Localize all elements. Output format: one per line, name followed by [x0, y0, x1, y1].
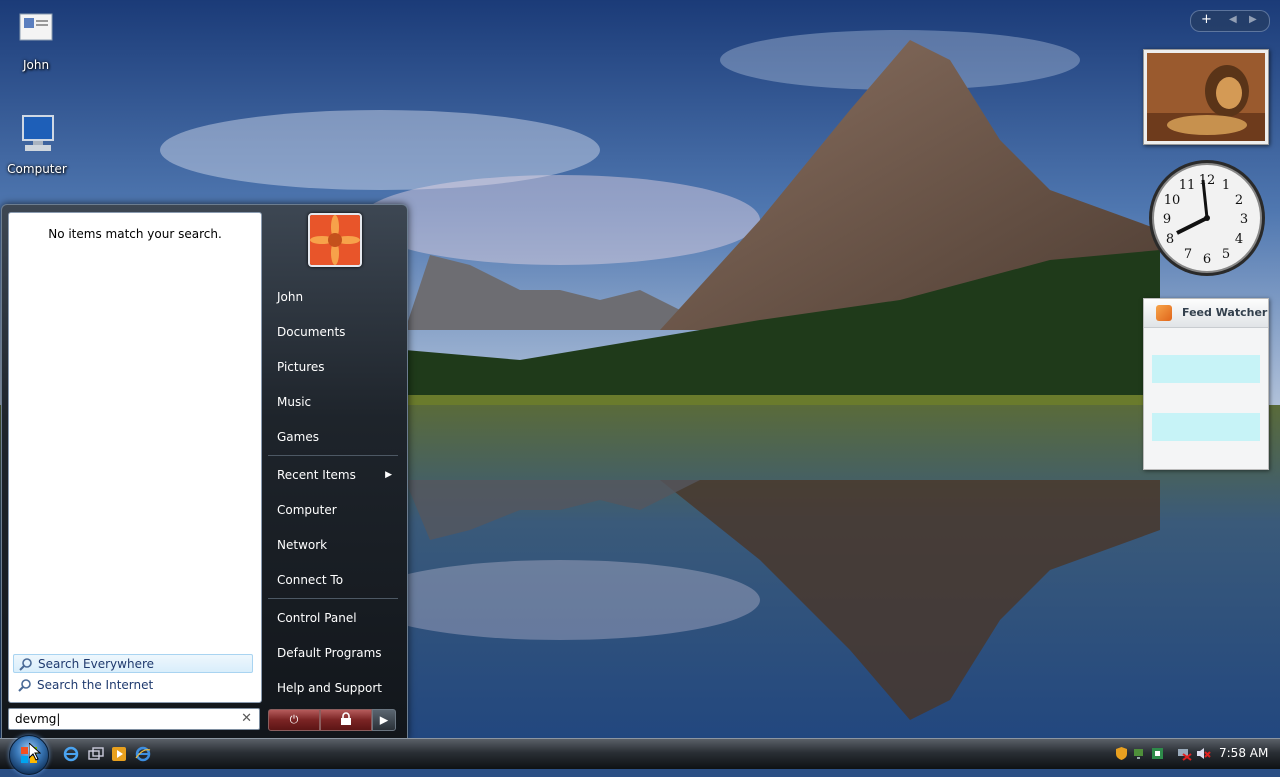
search-results-pane: No items match your search. Search Every…	[8, 212, 262, 703]
clock-numeral: 10	[1164, 193, 1181, 208]
start-item-pictures[interactable]: Pictures	[268, 352, 398, 382]
start-menu-right-pane: John Documents Pictures Music Games Rece…	[264, 205, 404, 739]
clock-numeral: 1	[1222, 178, 1230, 193]
start-item-documents[interactable]: Documents	[268, 317, 398, 347]
rss-icon	[1156, 305, 1172, 321]
menu-separator	[268, 598, 398, 599]
internet-explorer-icon[interactable]	[135, 746, 151, 762]
start-item-computer[interactable]: Computer	[268, 495, 398, 525]
volume-muted-icon[interactable]	[1196, 746, 1211, 761]
shutdown-options-button[interactable]: ▶	[372, 709, 396, 731]
start-item-john[interactable]: John	[268, 282, 398, 312]
lock-button[interactable]	[320, 709, 372, 731]
mouse-cursor-icon	[28, 741, 42, 761]
clock-numeral: 7	[1184, 247, 1192, 262]
power-button[interactable]: ⏻	[268, 709, 320, 731]
clock-numeral: 4	[1235, 232, 1243, 247]
clock-numeral: 5	[1222, 247, 1230, 262]
arrow-right-icon: ▶	[379, 713, 389, 727]
no-results-message: No items match your search.	[48, 227, 222, 241]
clear-search-icon[interactable]: ✕	[241, 709, 252, 729]
switch-windows-icon[interactable]	[88, 746, 104, 762]
clock-numeral: 12	[1199, 173, 1216, 188]
lock-icon	[340, 712, 352, 728]
start-search-input[interactable]: devmg| ✕	[8, 708, 260, 730]
desktop-icon-label: John	[22, 58, 50, 72]
media-player-icon[interactable]	[111, 746, 127, 762]
feed-item[interactable]	[1152, 413, 1260, 441]
search-everywhere-link[interactable]: Search Everywhere	[13, 654, 253, 673]
desktop-icon-label: Computer	[7, 162, 67, 176]
power-icon: ⏻	[289, 713, 299, 726]
power-button-group: ⏻ ▶	[268, 709, 396, 731]
taskbar: 7:58 AM	[0, 735, 1280, 775]
start-item-games[interactable]: Games	[268, 422, 398, 452]
menu-separator	[268, 455, 398, 456]
network-icon[interactable]	[1132, 746, 1147, 761]
search-internet-label: Search the Internet	[37, 678, 154, 692]
start-item-network[interactable]: Network	[268, 530, 398, 560]
clock-numeral: 6	[1203, 252, 1211, 267]
add-gadget-button[interactable]: +	[1201, 12, 1212, 27]
magnifier-icon	[18, 678, 32, 692]
user-folder-icon	[12, 8, 60, 54]
recent-items-label: Recent Items	[277, 468, 356, 482]
previous-page-button[interactable]: ◀	[1229, 14, 1237, 25]
clock-numeral: 11	[1179, 178, 1196, 193]
feed-title: Feed Watcher	[1182, 306, 1268, 319]
magnifier-icon	[19, 657, 33, 671]
user-picture[interactable]	[308, 213, 362, 267]
feed-watcher-gadget[interactable]: Feed Watcher	[1143, 298, 1269, 470]
next-page-button[interactable]: ▶	[1249, 14, 1257, 25]
sidebar-controls: + ◀ ▶	[1190, 10, 1270, 32]
start-menu: No items match your search. Search Every…	[1, 204, 408, 740]
computer-icon	[13, 112, 61, 158]
search-everywhere-label: Search Everywhere	[38, 657, 154, 671]
feed-item[interactable]	[1152, 355, 1260, 383]
network-disconnected-icon[interactable]	[1177, 746, 1192, 761]
update-icon[interactable]	[1150, 746, 1165, 761]
desktop-icon-computer[interactable]: Computer	[0, 112, 77, 176]
clock-gadget[interactable]: 12 1 2 3 4 5 6 7 8 9 10 11	[1146, 157, 1268, 279]
clock-numeral: 9	[1163, 212, 1171, 227]
text-cursor: |	[56, 712, 61, 726]
search-query-text: devmg	[15, 712, 57, 726]
start-item-music[interactable]: Music	[268, 387, 398, 417]
taskbar-clock[interactable]: 7:58 AM	[1219, 746, 1268, 760]
start-item-help-support[interactable]: Help and Support	[268, 673, 398, 703]
clock-numeral: 3	[1240, 212, 1248, 227]
ie-icon[interactable]	[63, 746, 79, 762]
feed-header: Feed Watcher	[1144, 299, 1268, 328]
start-item-recent-items[interactable]: Recent Items ▶	[268, 460, 398, 490]
clock-numeral: 2	[1235, 193, 1243, 208]
slideshow-image	[1147, 53, 1265, 141]
clock-numeral: 8	[1166, 232, 1174, 247]
shield-icon[interactable]	[1114, 746, 1129, 761]
start-item-default-programs[interactable]: Default Programs	[268, 638, 398, 668]
start-item-connect-to[interactable]: Connect To	[268, 565, 398, 595]
start-item-control-panel[interactable]: Control Panel	[268, 603, 398, 633]
desktop-icon-user-folder[interactable]: John	[0, 8, 76, 72]
search-internet-link[interactable]: Search the Internet	[13, 676, 253, 695]
submenu-arrow-icon: ▶	[385, 470, 392, 480]
slideshow-gadget[interactable]	[1143, 49, 1269, 145]
